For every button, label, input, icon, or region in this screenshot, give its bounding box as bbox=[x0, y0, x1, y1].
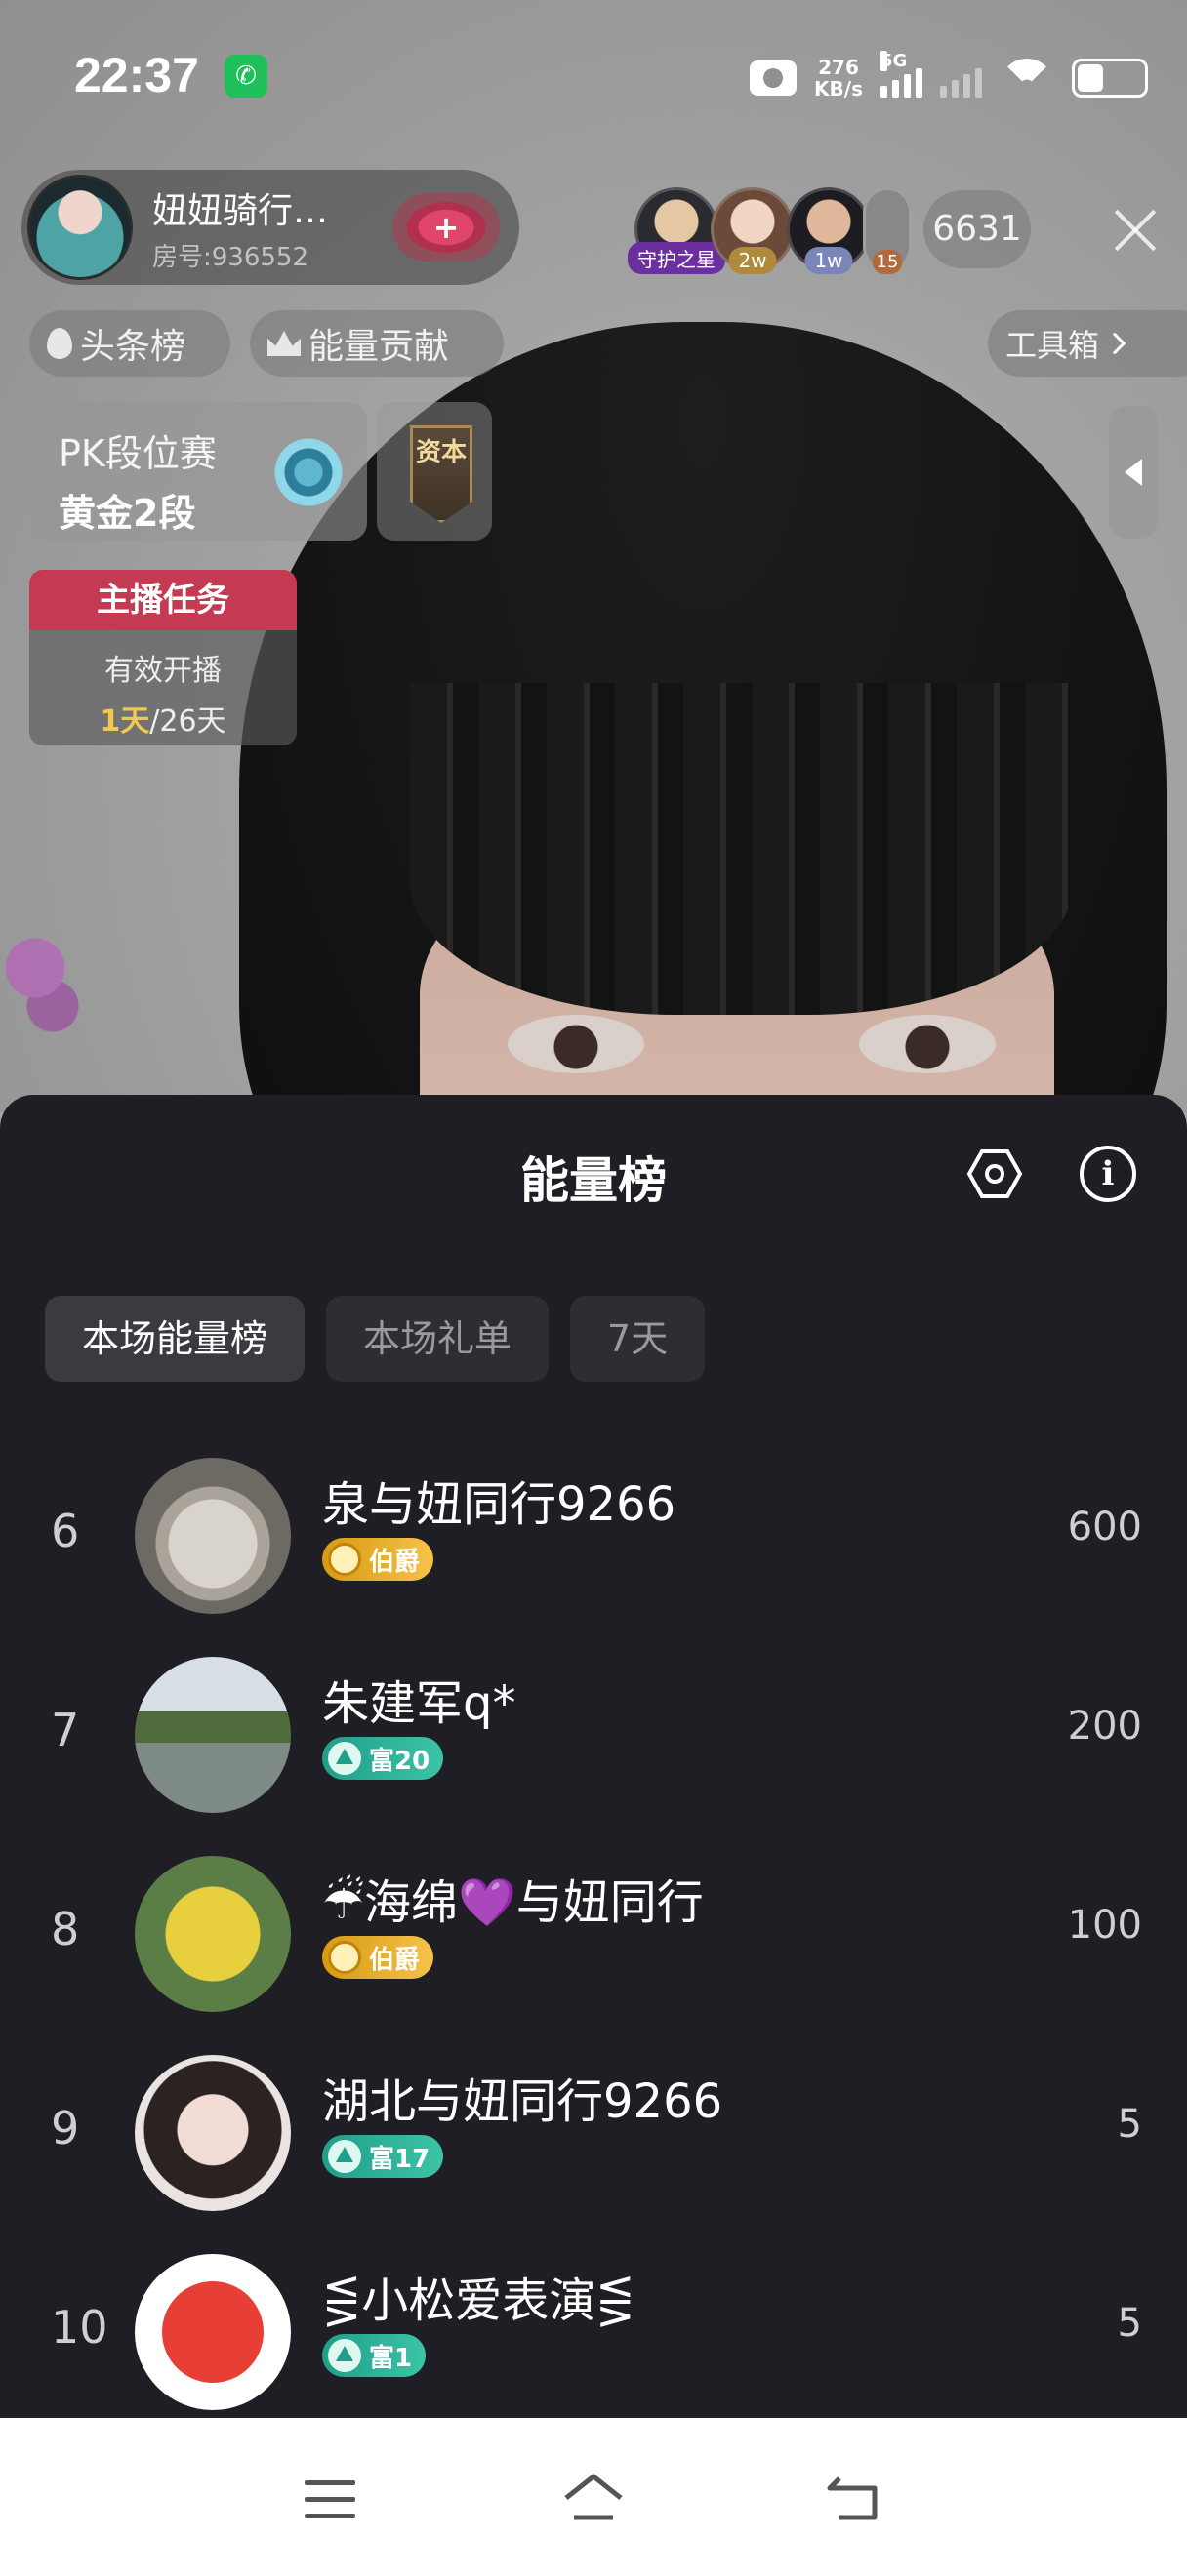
energy-score: 200 bbox=[1067, 1704, 1142, 1749]
list-item[interactable]: 6 泉与妞同行9266 伯爵 600 bbox=[0, 1436, 1187, 1635]
network-speed: 276 KB/s bbox=[814, 56, 863, 101]
toolbox-button[interactable]: 工具箱 bbox=[988, 310, 1187, 377]
list-item[interactable]: 7 朱建军q* 富20 200 bbox=[0, 1635, 1187, 1834]
energy-score: 100 bbox=[1067, 1903, 1142, 1948]
viewer-avatar[interactable]: 15 bbox=[863, 187, 912, 274]
task-progress: 1天/26天 bbox=[100, 704, 226, 739]
flame-icon bbox=[47, 328, 72, 359]
avatar[interactable] bbox=[135, 1458, 291, 1614]
username: ☔海绵💜与妞同行 bbox=[322, 1875, 704, 1930]
username: ⋚小松爱表演⋚ bbox=[322, 2274, 635, 2328]
task-label: 有效开播 bbox=[104, 654, 222, 688]
top-viewers: 守护之星 2w 1w 15 6631 bbox=[628, 185, 1031, 274]
username: 朱建军q* bbox=[322, 1676, 516, 1731]
viewer-avatar[interactable]: 守护之星 bbox=[628, 187, 725, 274]
triangle-icon bbox=[328, 1742, 361, 1775]
room-number: 房号:936552 bbox=[152, 242, 309, 272]
coin-icon bbox=[328, 1543, 361, 1576]
streamer-eye-left bbox=[508, 1015, 644, 1073]
viewer-avatar[interactable]: 1w bbox=[787, 187, 871, 274]
viewer-badge: 2w bbox=[728, 247, 777, 274]
triangle-icon bbox=[328, 2140, 361, 2173]
wifi-icon bbox=[1000, 59, 1054, 98]
home-icon[interactable] bbox=[562, 2473, 625, 2523]
asset-card[interactable]: 资本 bbox=[377, 402, 492, 541]
flower-decoration bbox=[0, 917, 88, 1044]
crown-icon bbox=[267, 331, 301, 356]
pk-rank-card[interactable]: PK段位赛 黄金2段 bbox=[29, 402, 367, 541]
task-title: 主播任务 bbox=[29, 570, 297, 630]
viewer-badge: 15 bbox=[872, 250, 903, 274]
avatar[interactable] bbox=[135, 1856, 291, 2012]
avatar[interactable] bbox=[135, 1657, 291, 1813]
energy-score: 5 bbox=[1117, 2301, 1142, 2346]
signal-secondary-icon bbox=[940, 59, 982, 98]
system-nav-bar bbox=[0, 2418, 1187, 2576]
list-item[interactable]: 9 湖北与妞同行9266 富17 5 bbox=[0, 2033, 1187, 2233]
username: 泉与妞同行9266 bbox=[322, 1477, 676, 1532]
host-avatar[interactable] bbox=[27, 175, 133, 280]
list-item[interactable]: 10 ⋚小松爱表演⋚ 富1 5 bbox=[0, 2233, 1187, 2432]
energy-contribution-pill[interactable]: 能量贡献 bbox=[250, 310, 504, 377]
avatar[interactable] bbox=[135, 2055, 291, 2211]
tab-current-gifts[interactable]: 本场礼单 bbox=[326, 1296, 550, 1382]
viewer-count[interactable]: 6631 bbox=[923, 190, 1031, 268]
menu-icon[interactable] bbox=[305, 2480, 355, 2519]
streamer-eye-right bbox=[859, 1015, 996, 1073]
wealth-badge: 富1 bbox=[322, 2334, 427, 2377]
settings-hex-icon[interactable] bbox=[966, 1146, 1023, 1202]
headline-rank-pill[interactable]: 头条榜 bbox=[29, 310, 230, 377]
back-icon[interactable] bbox=[826, 2473, 884, 2523]
rank-number: 7 bbox=[51, 1704, 80, 1756]
side-panel-toggle[interactable] bbox=[1109, 406, 1158, 539]
info-icon[interactable]: i bbox=[1080, 1146, 1136, 1202]
coin-icon bbox=[328, 1941, 361, 1974]
list-item[interactable]: 8 ☔海绵💜与妞同行 伯爵 100 bbox=[0, 1834, 1187, 2033]
rank-number: 6 bbox=[51, 1505, 80, 1557]
ranking-tabs: 本场能量榜 本场礼单 7天 bbox=[45, 1296, 706, 1382]
host-task-card[interactable]: 主播任务 有效开播 1天/26天 bbox=[29, 570, 297, 745]
energy-ranking-sheet: 能量榜 i 本场能量榜 本场礼单 7天 6 泉与妞同行9266 伯爵 600 7… bbox=[0, 1095, 1187, 2418]
rank-number: 8 bbox=[51, 1903, 80, 1955]
tab-7-days[interactable]: 7天 bbox=[570, 1296, 706, 1382]
status-icons: 276 KB/s 5G bbox=[750, 49, 1148, 107]
streamer-fringe bbox=[410, 683, 1074, 1015]
status-bar: 22:37 ✆ 276 KB/s 5G bbox=[0, 0, 1187, 156]
host-card[interactable]: 妞妞骑行… 房号:936552 + bbox=[21, 170, 519, 285]
tab-current-energy[interactable]: 本场能量榜 bbox=[45, 1296, 306, 1382]
triangle-icon bbox=[328, 2339, 361, 2372]
rank-badge: 伯爵 bbox=[322, 1538, 434, 1581]
rank-number: 10 bbox=[51, 2301, 108, 2354]
guardian-star-badge: 守护之星 bbox=[628, 242, 725, 274]
wealth-badge: 富17 bbox=[322, 2135, 444, 2178]
rank-number: 9 bbox=[51, 2102, 80, 2154]
viewer-avatar[interactable]: 2w bbox=[711, 187, 795, 274]
wealth-badge: 富20 bbox=[322, 1737, 444, 1780]
close-icon[interactable] bbox=[1101, 195, 1169, 263]
signal-5g-icon: 5G bbox=[880, 51, 922, 98]
ranking-list: 6 泉与妞同行9266 伯爵 600 7 朱建军q* 富20 200 8 ☔海绵… bbox=[0, 1436, 1187, 2432]
follow-button[interactable]: + bbox=[392, 193, 500, 262]
username: 湖北与妞同行9266 bbox=[322, 2074, 723, 2129]
viewer-badge: 1w bbox=[804, 247, 853, 274]
live-stream-video[interactable] bbox=[0, 0, 1187, 1112]
rank-badge: 伯爵 bbox=[322, 1936, 434, 1979]
energy-score: 5 bbox=[1117, 2102, 1142, 2147]
phone-icon: ✆ bbox=[225, 55, 267, 98]
asset-shield-icon: 资本 bbox=[410, 425, 472, 523]
host-name: 妞妞骑行… bbox=[152, 190, 329, 231]
clock: 22:37 bbox=[74, 48, 199, 102]
energy-score: 600 bbox=[1067, 1505, 1142, 1550]
chevron-right-icon bbox=[1103, 332, 1126, 355]
camera-icon bbox=[750, 60, 798, 96]
avatar[interactable] bbox=[135, 2254, 291, 2410]
battery-icon bbox=[1072, 59, 1148, 98]
pk-rank-badge-icon bbox=[269, 433, 348, 511]
